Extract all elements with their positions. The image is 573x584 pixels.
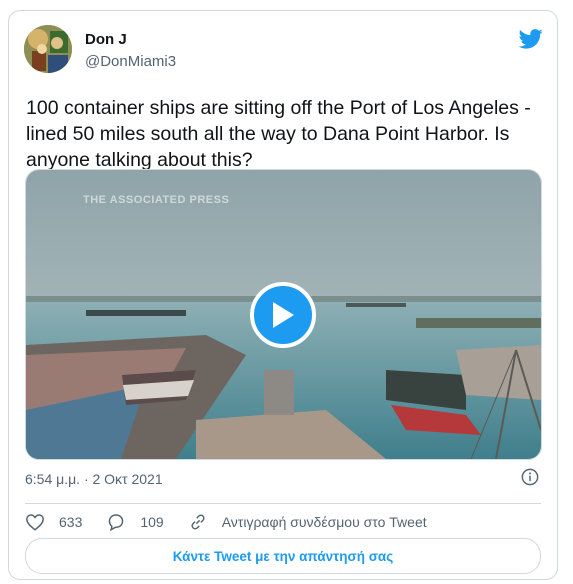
author-name[interactable]: Don J: [85, 31, 127, 48]
like-button[interactable]: 633: [25, 513, 82, 531]
play-button[interactable]: [250, 282, 316, 348]
twitter-bird-icon[interactable]: [519, 29, 543, 49]
reply-tweet-button[interactable]: Κάντε Tweet με την απάντησή σας: [25, 538, 541, 574]
tweet-text: 100 container ships are sitting off the …: [26, 97, 531, 171]
info-icon[interactable]: [521, 468, 539, 486]
tweet-card: Don J @DonMiami3 100 container ships are…: [8, 10, 558, 580]
tweet-timestamp[interactable]: 6:54 μ.μ. · 2 Οκτ 2021: [25, 471, 163, 487]
reply-count-button[interactable]: 109: [106, 513, 164, 531]
reply-count: 109: [140, 514, 164, 530]
author-handle[interactable]: @DonMiami3: [85, 53, 176, 70]
tweet-actions: 633 109 Αντιγραφή συνδέσμου στο Tweet: [25, 511, 451, 533]
like-count: 633: [59, 514, 83, 530]
copy-link-button[interactable]: Αντιγραφή συνδέσμου στο Tweet: [188, 513, 427, 531]
play-icon: [273, 302, 294, 328]
avatar[interactable]: [24, 25, 72, 73]
copy-link-label: Αντιγραφή συνδέσμου στο Tweet: [221, 514, 427, 530]
reply-bubble-icon: [109, 514, 124, 531]
divider: [25, 503, 541, 504]
heart-icon: [26, 514, 44, 531]
video-watermark: THE ASSOCIATED PRESS: [83, 194, 230, 206]
link-icon: [191, 514, 205, 530]
video-player[interactable]: THE ASSOCIATED PRESS: [25, 169, 542, 460]
